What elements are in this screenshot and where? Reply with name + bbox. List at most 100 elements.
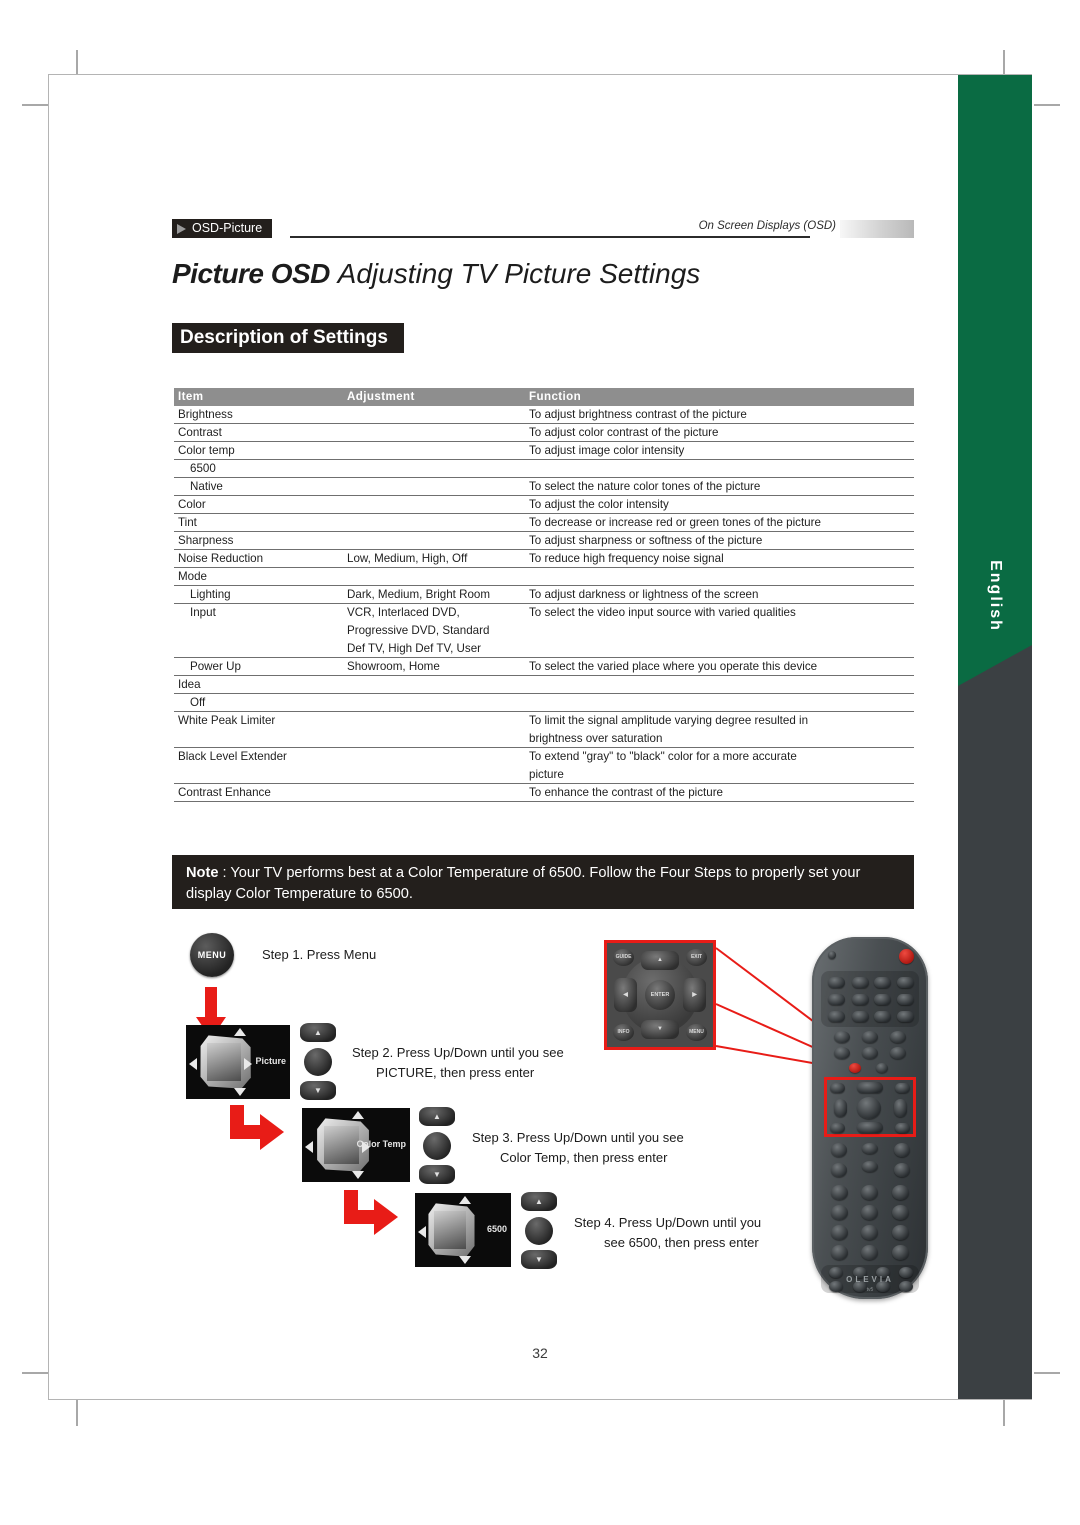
table-row: Off <box>174 694 914 712</box>
table-cell-function: To limit the signal amplitude varying de… <box>529 714 809 727</box>
menu-button-icon: MENU <box>686 1024 707 1041</box>
digit-3-button <box>892 1185 909 1200</box>
language-rail-dark <box>958 645 1032 1399</box>
osd-thumbnail-picture: Picture <box>186 1025 290 1099</box>
down-key-icon: ▼ <box>419 1165 455 1184</box>
dpad-left-button <box>834 1099 847 1117</box>
digit-0-button <box>861 1245 878 1260</box>
transport-forward-button <box>890 1031 906 1043</box>
table-row: brightness over saturation <box>174 730 914 748</box>
key-cluster-step2: ▲ ▼ <box>300 1023 340 1101</box>
source-button-5 <box>828 994 845 1005</box>
osd-thumbnail-6500: 6500 <box>415 1193 511 1267</box>
triangle-marker-icon <box>177 224 186 234</box>
table-row: Mode <box>174 568 914 586</box>
table-cell-item: Power Up <box>190 660 241 673</box>
osd-thumbnail-colortemp: Color Temp <box>302 1108 410 1182</box>
table-row: Tint To decrease or increase red or green… <box>174 514 914 532</box>
table-cell-function <box>529 622 914 640</box>
table-row: Noise Reduction Low, Medium, High, Off To … <box>174 550 914 568</box>
table-cell-adjustment <box>347 676 529 693</box>
table-cell-function: To reduce high frequency noise signal <box>529 552 724 565</box>
table-cell-adjustment <box>347 712 529 730</box>
transport-stop-button <box>862 1047 878 1059</box>
power-button-icon <box>899 949 914 964</box>
table-row: Black Level Extender To extend "gray" to … <box>174 748 914 766</box>
up-key-icon: ▲ <box>419 1107 455 1126</box>
table-cell-item: Native <box>190 480 223 493</box>
table-cell-adjustment <box>347 514 529 531</box>
table-cell-adjustment <box>347 406 529 423</box>
osd-arrow-up-icon <box>351 1111 364 1119</box>
cropmark-bottom-right-v <box>1003 1400 1005 1426</box>
table-cell-function: To enhance the contrast of the picture <box>529 786 723 799</box>
table-row: Color To adjust the color intensity <box>174 496 914 514</box>
table-cell-function: To extend "gray" to "black" color for a … <box>529 750 797 763</box>
step2-text-line2: PICTURE, then press enter <box>376 1065 535 1080</box>
table-cell-item: Contrast <box>178 426 222 439</box>
dpad-enter-icon: ENTER <box>645 980 675 1010</box>
channel-up-button <box>894 1143 910 1157</box>
source-button-10 <box>852 1011 869 1022</box>
table-cell-item: Input <box>190 606 216 619</box>
step3-text-line1: Step 3. Press Up/Down until you see <box>472 1130 684 1145</box>
page-title-rest: Adjusting TV Picture Settings <box>337 258 701 289</box>
table-cell-item: Off <box>190 696 206 709</box>
note-label: Note <box>186 865 219 881</box>
digit-1-button <box>831 1185 848 1200</box>
channel-down-button <box>894 1163 910 1177</box>
table-cell-item: Sharpness <box>178 534 234 547</box>
osd-cube-face <box>323 1125 360 1165</box>
transport-play-button <box>862 1031 878 1043</box>
table-cell-item: White Peak Limiter <box>178 714 276 727</box>
source-button-8 <box>897 994 914 1005</box>
table-cell-adjustment: Dark, Medium, Bright Room <box>347 588 491 601</box>
settings-table: Item Adjustment Function Brightness To adjus… <box>174 388 914 802</box>
table-cell-item: Tint <box>178 516 197 529</box>
header-right-label: On Screen Displays (OSD) <box>698 220 836 232</box>
indicator-led-icon <box>828 951 836 959</box>
section-heading: Description of Settings <box>172 323 404 353</box>
last-channel-button <box>862 1161 878 1172</box>
table-cell-item <box>174 622 347 640</box>
table-cell-item: Idea <box>178 678 201 691</box>
enter-key-icon <box>525 1217 553 1245</box>
table-row: 6500 <box>174 460 914 478</box>
table-cell-adjustment: Def TV, High Def TV, User <box>347 642 482 655</box>
table-cell-adjustment: Showroom, Home <box>347 660 440 673</box>
guide-button-icon: GUIDE <box>613 949 634 966</box>
table-row: Input VCR, Interlaced DVD, To select the v… <box>174 604 914 622</box>
table-cell-adjustment <box>347 532 529 549</box>
table-cell-function <box>529 640 914 657</box>
table-cell-function <box>529 676 914 693</box>
section-tab-label: OSD-Picture <box>192 221 263 235</box>
remote-control-image: OLEVIA tv5 <box>812 937 928 1299</box>
transport-rewind-button <box>834 1031 850 1043</box>
cropmark-top-right-v <box>1003 50 1005 76</box>
digit-8-button <box>861 1225 878 1240</box>
osd-arrow-down-icon <box>459 1256 472 1264</box>
digit-7-button <box>831 1225 848 1240</box>
dpad-up-icon: ▲ <box>641 951 679 970</box>
header-rule <box>290 236 810 238</box>
transport-next-button <box>890 1047 906 1059</box>
remote-model-label: tv5 <box>866 1287 874 1293</box>
table-cell-item: Color temp <box>178 444 235 457</box>
dpad-left-icon: ◀ <box>614 978 637 1012</box>
cropmark-top-left-v <box>76 50 78 76</box>
table-row: Def TV, High Def TV, User <box>174 640 914 658</box>
table-cell-function: brightness over saturation <box>529 732 663 745</box>
page-title-bold: Picture OSD <box>172 258 330 289</box>
down-key-icon: ▼ <box>521 1250 557 1269</box>
source-button-2 <box>852 977 869 988</box>
key-cluster-step3: ▲ ▼ <box>419 1107 459 1185</box>
table-row: Lighting Dark, Medium, Bright Room To adju… <box>174 586 914 604</box>
table-cell-adjustment <box>347 460 529 477</box>
table-cell-function: To adjust sharpness or softness of the p… <box>529 534 763 547</box>
table-cell-function: To select the varied place where you ope… <box>529 660 818 673</box>
steps-diagram: MENU Step 1. Press Menu Picture ▲ ▼ Step… <box>172 925 928 1305</box>
table-cell-function: To select the video input source with va… <box>529 606 796 619</box>
dpad-up-button <box>857 1082 883 1093</box>
table-header-row: Item Adjustment Function <box>174 388 914 406</box>
table-cell-item: Color <box>178 498 206 511</box>
